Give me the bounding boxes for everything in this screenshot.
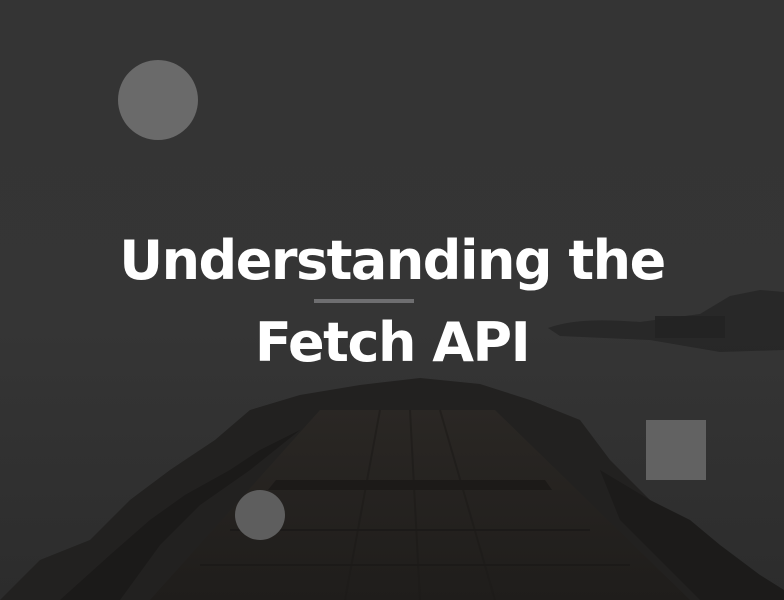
title-divider bbox=[314, 299, 414, 303]
page-title-line-1: Understanding the bbox=[119, 229, 666, 292]
decorative-circle-small bbox=[235, 490, 285, 540]
decorative-square bbox=[646, 420, 706, 480]
hero-banner: Understanding the Fetch API bbox=[0, 0, 784, 600]
decorative-circle-large bbox=[118, 60, 198, 140]
page-title-line-2: Fetch API bbox=[254, 311, 531, 374]
